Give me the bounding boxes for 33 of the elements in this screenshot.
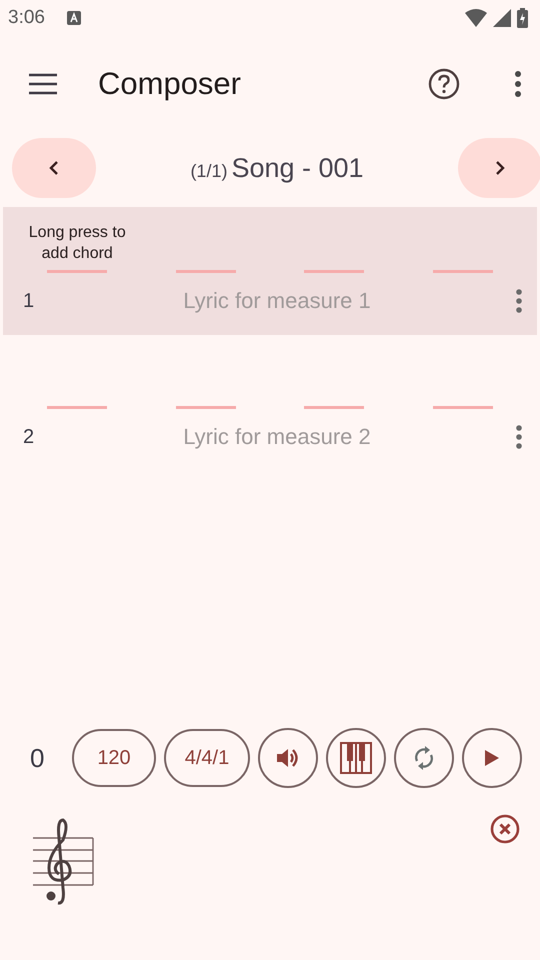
signal-icon bbox=[493, 9, 511, 27]
loop-icon bbox=[412, 745, 436, 771]
piano-icon bbox=[340, 742, 372, 774]
help-icon bbox=[428, 68, 460, 100]
chord-hint: Long press to add chord bbox=[28, 223, 127, 264]
volume-button[interactable] bbox=[258, 728, 318, 788]
measure-number: 1 bbox=[22, 290, 36, 312]
lyric-field[interactable]: Lyric for measure 1 bbox=[53, 287, 501, 315]
chevron-right-icon bbox=[495, 160, 505, 176]
lyric-field[interactable]: Lyric for measure 2 bbox=[53, 423, 501, 451]
measure-row[interactable]: Long press to add chord 1 Lyric for measure 1 bbox=[3, 207, 537, 335]
status-time: 3:06 bbox=[8, 7, 45, 29]
tempo-button[interactable]: 120 bbox=[72, 729, 156, 787]
measure-row[interactable]: 2 Lyric for measure 2 bbox=[3, 343, 537, 471]
chevron-left-icon bbox=[49, 160, 59, 176]
more-options-icon bbox=[515, 424, 523, 450]
loop-button[interactable] bbox=[394, 728, 454, 788]
app-title: Composer bbox=[98, 66, 241, 102]
battery-icon bbox=[517, 8, 528, 28]
keyboard-icon bbox=[66, 11, 81, 25]
song-counter: (1/1) bbox=[190, 160, 228, 182]
wifi-icon bbox=[465, 9, 487, 27]
play-button[interactable] bbox=[462, 728, 522, 788]
menu-icon bbox=[28, 73, 58, 95]
position-counter: 0 bbox=[30, 742, 46, 774]
time-signature-button[interactable]: 4/4/1 bbox=[164, 729, 250, 787]
more-options-icon bbox=[514, 70, 522, 98]
close-icon bbox=[490, 814, 520, 844]
more-options-icon bbox=[515, 288, 523, 314]
play-icon bbox=[484, 749, 500, 767]
measure-number: 2 bbox=[22, 426, 36, 448]
piano-button[interactable] bbox=[326, 728, 386, 788]
song-title: Song - 001 bbox=[231, 152, 364, 184]
